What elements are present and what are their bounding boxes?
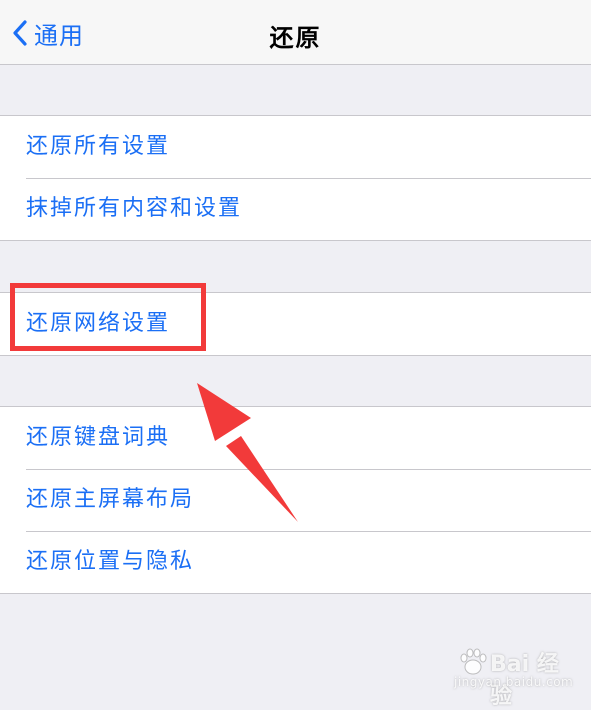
settings-group-2: 还原网络设置 xyxy=(0,292,591,356)
reset-network-settings-item[interactable]: 还原网络设置 xyxy=(0,293,591,355)
navigation-bar: 通用 还原 xyxy=(0,0,591,65)
watermark-url: jingyan.baidu.com xyxy=(454,675,574,689)
erase-all-content-item[interactable]: 抹掉所有内容和设置 xyxy=(0,178,591,240)
settings-group-1: 还原所有设置 抹掉所有内容和设置 xyxy=(0,115,591,241)
paw-icon xyxy=(460,648,487,675)
baidu-watermark: Bai 经验 jingyan.baidu.com xyxy=(450,642,580,709)
reset-all-settings-item[interactable]: 还原所有设置 xyxy=(0,116,591,178)
reset-keyboard-dictionary-item[interactable]: 还原键盘词典 xyxy=(0,407,591,469)
reset-location-privacy-item[interactable]: 还原位置与隐私 xyxy=(0,531,591,593)
reset-home-screen-layout-item[interactable]: 还原主屏幕布局 xyxy=(0,469,591,531)
settings-group-3: 还原键盘词典 还原主屏幕布局 还原位置与隐私 xyxy=(0,406,591,594)
page-title: 还原 xyxy=(269,24,322,52)
